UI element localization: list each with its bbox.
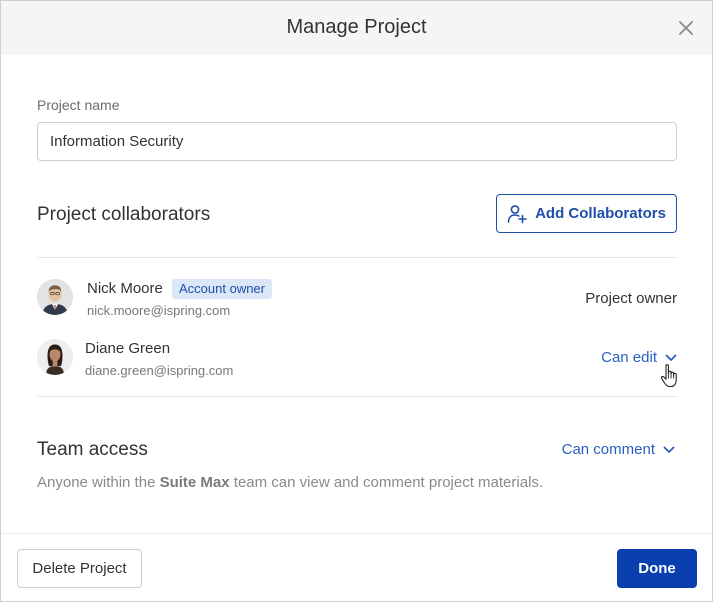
team-access-title: Team access [37,439,148,460]
done-button[interactable]: Done [617,549,697,588]
team-name: Suite Max [159,474,230,491]
dialog-header: Manage Project [1,1,712,55]
add-user-icon [507,204,527,223]
delete-project-button[interactable]: Delete Project [17,549,142,588]
close-icon [679,21,693,35]
add-collaborators-button[interactable]: Add Collaborators [496,194,677,233]
manage-project-dialog: Manage Project Project name Project coll… [0,0,713,602]
project-name-input[interactable] [37,122,677,161]
dialog-footer: Delete Project Done [1,533,712,601]
add-collaborators-label: Add Collaborators [535,205,666,222]
account-owner-badge: Account owner [172,279,272,299]
collaborator-role: Project owner [585,290,677,307]
avatar [37,339,73,375]
divider-top [37,257,677,258]
collaborator-email: nick.moore@ispring.com [87,303,231,318]
chevron-down-icon [665,354,677,361]
desc-suffix: team can view and comment project materi… [229,474,544,491]
dialog-title: Manage Project [286,16,427,38]
collaborators-title: Project collaborators [37,204,211,225]
avatar [37,279,73,315]
collaborator-name: Diane Green [85,340,171,357]
collaborator-name: Nick Moore [87,280,163,297]
project-name-label: Project name [37,97,120,113]
collaborator-role-label: Can edit [601,349,657,366]
team-access-permission: Can comment [561,441,655,458]
collaborator-row: Diane Green diane.green@ispring.com Can … [37,339,677,389]
hand-cursor-icon [660,364,677,388]
divider-bottom [37,396,677,397]
collaborator-row: Nick Moore Account owner nick.moore@ispr… [37,279,677,329]
close-button[interactable] [672,14,700,42]
collaborator-email: diane.green@ispring.com [85,363,234,378]
chevron-down-icon [663,446,675,453]
desc-prefix: Anyone within the [37,474,160,491]
team-access-description: Anyone within the Suite Max team can vie… [37,474,543,491]
team-access-dropdown[interactable]: Can comment [562,441,675,458]
